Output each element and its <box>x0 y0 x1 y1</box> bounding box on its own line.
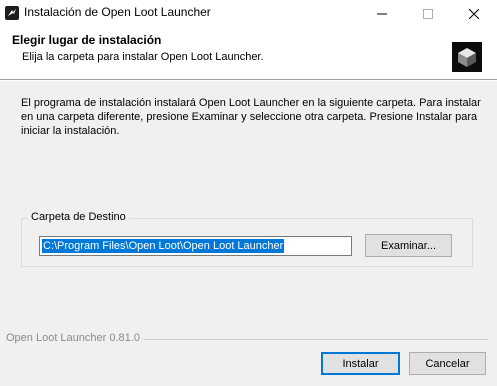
browse-button[interactable]: Examinar... <box>365 234 452 257</box>
close-button[interactable] <box>451 0 497 27</box>
maximize-button[interactable] <box>405 0 451 27</box>
cancel-button[interactable]: Cancelar <box>409 352 486 375</box>
branding-text: Open Loot Launcher 0.81.0 <box>6 332 144 344</box>
destination-path-input[interactable]: C:\Program Files\Open Loot\Open Loot Lau… <box>39 236 352 256</box>
window-title: Instalación de Open Loot Launcher <box>24 5 211 19</box>
minimize-button[interactable] <box>359 0 405 27</box>
install-button[interactable]: Instalar <box>321 352 400 375</box>
minimize-icon <box>377 13 387 14</box>
page-subtitle: Elija la carpeta para instalar Open Loot… <box>22 51 264 63</box>
open-loot-logo-icon <box>452 42 482 72</box>
page-title: Elegir lugar de instalación <box>12 33 162 47</box>
destination-group-label: Carpeta de Destino <box>28 211 129 223</box>
close-icon <box>469 8 479 19</box>
header-panel: Elegir lugar de instalación Elija la car… <box>0 27 497 80</box>
header-divider <box>0 80 497 81</box>
installer-window: Instalación de Open Loot Launcher Elegir… <box>0 0 497 386</box>
instructions-text: El programa de instalación instalará Ope… <box>21 97 481 137</box>
destination-path-value: C:\Program Files\Open Loot\Open Loot Lau… <box>42 239 285 253</box>
maximize-icon <box>423 8 433 19</box>
app-logo-icon <box>5 6 19 20</box>
title-bar[interactable]: Instalación de Open Loot Launcher <box>0 0 497 27</box>
